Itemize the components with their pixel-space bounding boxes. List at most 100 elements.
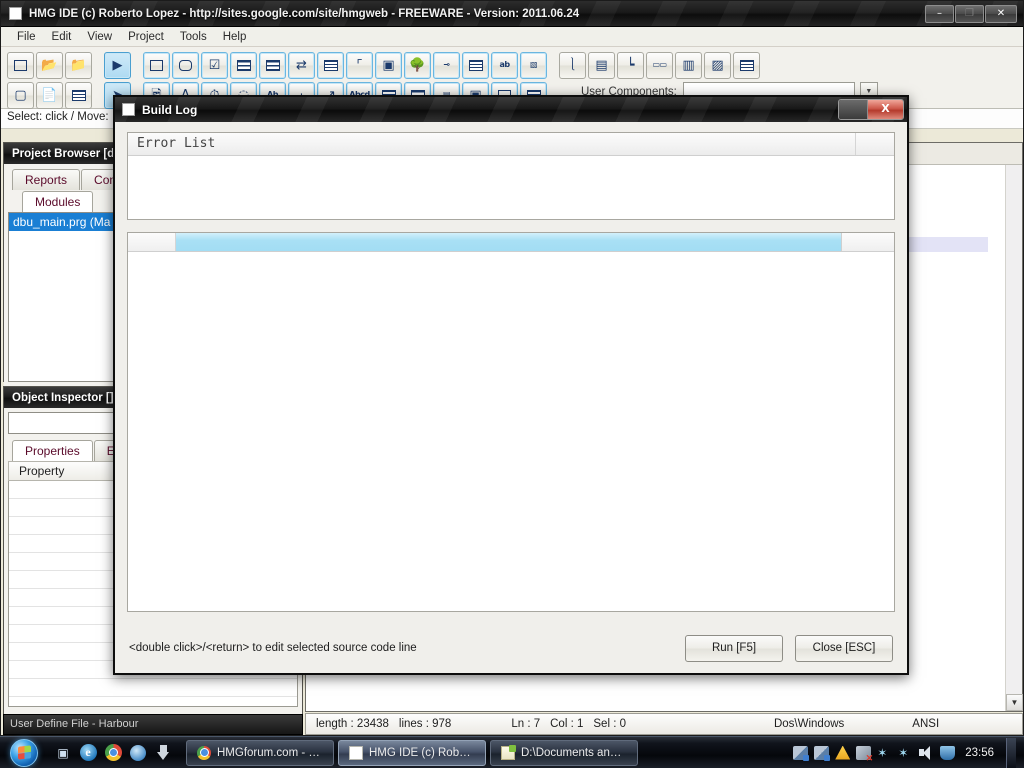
network-icon[interactable] [793, 745, 810, 761]
align-middle-button[interactable]: ▤ [588, 51, 615, 79]
slider-control-button[interactable]: ⌜ [346, 51, 373, 79]
tab-properties[interactable]: Properties [12, 440, 93, 461]
build-log-close-button[interactable]: X [867, 100, 903, 119]
label-control-icon: ab [499, 60, 510, 69]
spinner-control-button[interactable]: ▣ [375, 51, 402, 79]
menu-item-edit[interactable]: Edit [44, 29, 80, 45]
google-drive-icon[interactable] [835, 745, 851, 760]
volume-icon[interactable] [919, 745, 934, 760]
panel-control-button[interactable] [143, 51, 170, 79]
save-folder-icon: 📁 [70, 57, 87, 73]
source-list-column-header-1[interactable] [128, 233, 176, 251]
align-left-icon: ▥ [682, 57, 695, 73]
grid-table-icon [71, 89, 86, 101]
page-control-button[interactable]: ▧ [520, 51, 547, 79]
error-list-column-header-2[interactable] [856, 133, 894, 155]
tree-control-button[interactable]: ⊸ [433, 51, 460, 79]
download-manager-icon[interactable] [154, 744, 172, 762]
tab-modules[interactable]: Modules [22, 191, 94, 212]
distribute-button[interactable] [733, 51, 760, 79]
align-right-icon: ▨ [711, 57, 724, 73]
screen: HMG IDE (c) Roberto Lopez - http://sites… [0, 0, 1024, 768]
source-list-column-header-2[interactable] [176, 233, 842, 251]
taskbar-clock[interactable]: 23:56 [961, 747, 994, 759]
combobox-control-button[interactable] [259, 51, 286, 79]
taskbar-task-list: HMGforum.com - View ... HMG IDE (c) Robe… [186, 739, 638, 766]
menu-item-file[interactable]: File [9, 29, 44, 45]
security-shield-icon[interactable] [940, 745, 956, 760]
rocket-icon[interactable]: ✶ [877, 746, 892, 760]
align-left-button[interactable]: ▥ [675, 51, 702, 79]
run-icon: ▶ [112, 57, 123, 73]
grid-table-button[interactable] [65, 81, 92, 109]
align-top-button[interactable]: ⎱ [559, 51, 586, 79]
save-project-button[interactable]: 📁 [65, 51, 92, 79]
menu-item-project[interactable]: Project [120, 29, 172, 45]
maximize-button[interactable]: ❐ [955, 5, 984, 23]
google-chrome-icon[interactable] [104, 744, 122, 762]
image-control-button[interactable]: 🌳 [404, 51, 431, 79]
chrome-glyph [104, 744, 122, 761]
form-button[interactable]: ▢ [7, 81, 34, 109]
build-log-title-bar[interactable]: Build Log X [115, 97, 907, 122]
report-icon: 📄 [41, 87, 58, 103]
build-log-body: Error List [115, 122, 907, 612]
error-list-column-header[interactable]: Error List [128, 133, 856, 155]
report-button[interactable]: 📄 [36, 81, 63, 109]
form-icon: ▢ [14, 87, 27, 103]
checkbox-control-button[interactable]: ☑ [201, 51, 228, 79]
ide-title-bar[interactable]: HMG IDE (c) Roberto Lopez - http://sites… [1, 1, 1023, 27]
source-code-list[interactable] [127, 232, 895, 612]
taskbar-item-label: HMG IDE (c) Roberto L... [369, 746, 475, 759]
chevron-down-icon[interactable]: ▼ [1006, 694, 1023, 711]
build-log-dialog: Build Log X Error List <double click>/<r… [113, 95, 909, 675]
network-activity-icon[interactable] [814, 745, 831, 761]
build-log-title: Build Log [142, 102, 198, 117]
radio-control-button[interactable]: ⇄ [288, 51, 315, 79]
image-control-icon: 🌳 [409, 57, 426, 73]
grid-control-button[interactable] [317, 51, 344, 79]
menu-bar: File Edit View Project Tools Help [1, 27, 1023, 47]
rocket2-icon[interactable]: ✶ [898, 746, 913, 760]
button-control-icon [179, 59, 192, 71]
size-equal-button[interactable]: ▭▭ [646, 51, 673, 79]
label-control-button[interactable]: ab [491, 51, 518, 79]
menu-item-help[interactable]: Help [215, 29, 255, 45]
align-right-button[interactable]: ▨ [704, 51, 731, 79]
align-bottom-button[interactable]: ┕ [617, 51, 644, 79]
grid-control-icon [323, 59, 338, 71]
run-button[interactable]: ▶ [104, 51, 131, 79]
status-eol-mode: Dos\Windows [773, 718, 845, 730]
internet-explorer-icon[interactable]: e [79, 744, 97, 762]
source-list-header [128, 233, 894, 252]
editor-scrollbar[interactable]: ▼ [1005, 165, 1023, 711]
taskbar-item-hmgforum[interactable]: HMGforum.com - View ... [186, 739, 334, 766]
quick-launch-bar: ▣ e [54, 744, 172, 762]
menu-item-view[interactable]: View [79, 29, 120, 45]
status-length: length : 23438 [316, 718, 389, 730]
new-file-button[interactable] [7, 51, 34, 79]
build-log-footer: <double click>/<return> to edit selected… [115, 623, 907, 673]
source-list-column-header-3[interactable] [842, 233, 894, 251]
error-list[interactable]: Error List [127, 132, 895, 220]
page-control-icon: ▧ [529, 60, 538, 69]
open-project-button[interactable]: 📂 [36, 51, 63, 79]
menu-item-tools[interactable]: Tools [172, 29, 215, 45]
run-button[interactable]: Run [F5] [685, 634, 783, 662]
taskbar-item-explorer[interactable]: D:\Documents and Set... [490, 739, 638, 766]
close-button[interactable]: Close [ESC] [795, 634, 893, 662]
listbox-control-button[interactable] [230, 51, 257, 79]
ide-title-text: HMG IDE (c) Roberto Lopez - http://sites… [29, 7, 580, 20]
status-lines: lines : 978 [398, 718, 452, 730]
taskbar-item-hmg-ide[interactable]: HMG IDE (c) Roberto L... [338, 739, 486, 766]
close-button[interactable]: ✕ [985, 5, 1017, 23]
show-desktop-button[interactable] [1006, 737, 1016, 768]
start-button[interactable] [2, 738, 46, 768]
windows-media-icon[interactable] [129, 744, 147, 762]
show-desktop-icon[interactable]: ▣ [54, 744, 72, 762]
network-error-icon[interactable] [856, 745, 873, 764]
button-control-button[interactable] [172, 51, 199, 79]
datepicker-control-button[interactable] [462, 51, 489, 79]
tab-reports[interactable]: Reports [12, 169, 81, 190]
minimize-button[interactable]: – [925, 5, 954, 23]
